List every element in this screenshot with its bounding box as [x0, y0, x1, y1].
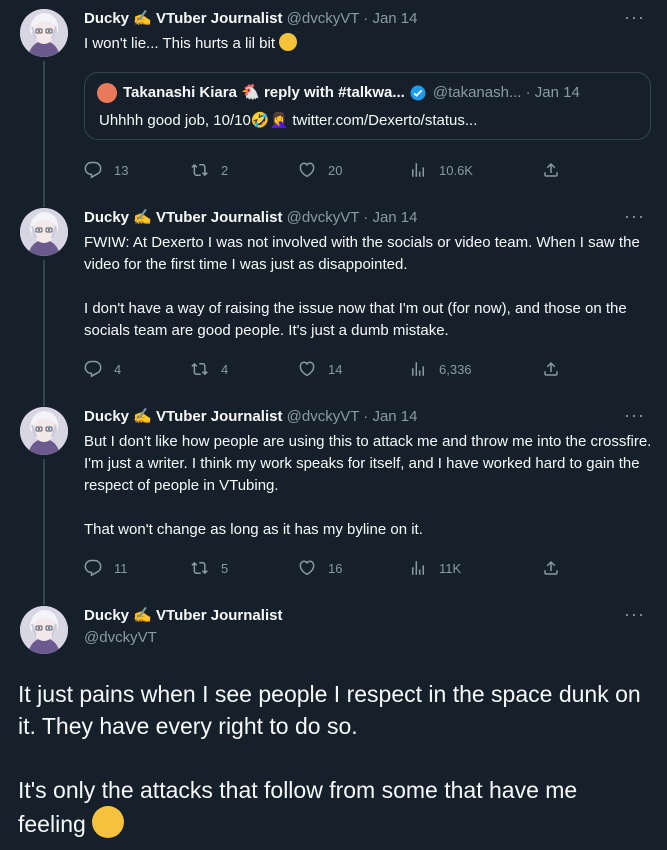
reply-icon — [84, 559, 102, 577]
reply-count: 11 — [114, 560, 128, 576]
author-name[interactable]: Ducky ✍️ VTuber Journalist — [84, 209, 282, 226]
tweet-3[interactable]: Ducky ✍️ VTuber Journalist @dvckyVT · Ja… — [0, 405, 667, 605]
tweet-date[interactable]: Jan 14 — [372, 408, 417, 425]
share-icon — [542, 559, 560, 577]
share-button[interactable] — [542, 358, 572, 380]
share-icon — [542, 360, 560, 378]
tweet-date[interactable]: Jan 14 — [372, 209, 417, 226]
more-options-button[interactable]: ··· — [624, 604, 645, 624]
retweet-count: 2 — [221, 162, 229, 178]
tweet-text: FWIW: At Dexerto I was not involved with… — [84, 234, 640, 339]
heart-icon — [298, 559, 316, 577]
thread-line — [43, 459, 45, 605]
views-icon — [409, 559, 427, 577]
more-options-button[interactable]: ··· — [624, 405, 645, 425]
focused-tweet-text-paragraph-1: It just pains when I see people I respec… — [18, 681, 648, 739]
author-handle[interactable]: @dvckyVT — [287, 209, 359, 226]
more-options-button[interactable]: ··· — [624, 206, 645, 226]
reply-button[interactable]: 4 — [84, 358, 121, 380]
tweet-2[interactable]: Ducky ✍️ VTuber Journalist @dvckyVT · Ja… — [0, 206, 667, 406]
reply-button[interactable]: 11 — [84, 557, 128, 579]
quoted-author-name: Takanashi Kiara 🐔 reply with #talkwa... — [123, 84, 405, 101]
retweet-icon — [191, 161, 209, 179]
views-button[interactable]: 6,336 — [409, 358, 472, 380]
reply-count: 13 — [114, 162, 129, 178]
reply-icon — [84, 161, 102, 179]
like-button[interactable]: 14 — [298, 358, 342, 380]
views-button[interactable]: 11K — [409, 557, 461, 579]
retweet-button[interactable]: 5 — [191, 557, 228, 579]
author-handle[interactable]: @dvckyVT — [287, 10, 359, 27]
author-handle[interactable]: @dvckyVT — [287, 408, 359, 425]
tweet-header: Ducky ✍️ VTuber Journalist @dvckyVT · Ja… — [84, 10, 418, 27]
author-name[interactable]: Ducky ✍️ VTuber Journalist — [84, 408, 282, 425]
tweet-header: Ducky ✍️ VTuber Journalist @dvckyVT · Ja… — [84, 209, 418, 226]
tweet-actions: 11 5 16 11K — [84, 557, 584, 579]
like-button[interactable]: 20 — [298, 159, 342, 181]
tweet-1[interactable]: Ducky ✍️ VTuber Journalist @dvckyVT · Ja… — [0, 7, 667, 207]
retweet-button[interactable]: 2 — [191, 159, 228, 181]
retweet-button[interactable]: 4 — [191, 358, 228, 380]
share-button[interactable] — [542, 159, 572, 181]
share-button[interactable] — [542, 557, 572, 579]
reply-icon — [84, 360, 102, 378]
like-count: 20 — [328, 162, 343, 178]
author-avatar[interactable] — [20, 407, 68, 455]
reply-count: 4 — [114, 361, 122, 377]
author-name[interactable]: Ducky ✍️ VTuber Journalist — [84, 606, 282, 626]
face-holding-back-tears-emoji — [92, 806, 125, 838]
author-name[interactable]: Ducky ✍️ VTuber Journalist — [84, 10, 282, 27]
reply-button[interactable]: 13 — [84, 159, 128, 181]
like-count: 16 — [328, 560, 343, 576]
author-avatar[interactable] — [20, 208, 68, 256]
views-icon — [409, 161, 427, 179]
heart-icon — [298, 360, 316, 378]
focused-tweet: Ducky ✍️ VTuber Journalist @dvckyVT ··· … — [0, 604, 667, 850]
retweet-icon — [191, 559, 209, 577]
quoted-tweet-header: Takanashi Kiara 🐔 reply with #talkwa... … — [97, 83, 580, 103]
thread-line — [43, 260, 45, 406]
views-count: 10.6K — [439, 162, 473, 178]
more-options-button[interactable]: ··· — [624, 7, 645, 27]
author-avatar[interactable] — [20, 606, 68, 654]
tweet-text: But I don't like how people are using th… — [84, 433, 652, 538]
like-count: 14 — [328, 361, 343, 377]
quoted-tweet-date: Jan 14 — [534, 84, 580, 101]
verified-badge-icon — [410, 85, 426, 101]
tweet-actions: 4 4 14 6,336 — [84, 358, 584, 380]
quoted-tweet-text: Uhhhh good job, 10/10🤣🤦‍♀️ twitter.com/D… — [99, 112, 478, 129]
author-handle[interactable]: @dvckyVT — [84, 628, 157, 648]
like-button[interactable]: 16 — [298, 557, 342, 579]
heart-icon — [298, 161, 316, 179]
thread-line — [43, 61, 45, 207]
tweet-date[interactable]: Jan 14 — [372, 10, 417, 27]
views-count: 11K — [439, 560, 462, 576]
focused-tweet-text-paragraph-2: It's only the attacks that follow from s… — [18, 777, 584, 838]
quoted-author-avatar — [97, 83, 117, 103]
tweet-header: Ducky ✍️ VTuber Journalist @dvckyVT · Ja… — [84, 408, 418, 425]
views-count: 6,336 — [439, 361, 472, 377]
views-icon — [409, 360, 427, 378]
retweet-count: 4 — [221, 361, 229, 377]
quoted-tweet[interactable]: Takanashi Kiara 🐔 reply with #talkwa... … — [84, 72, 651, 140]
tweet-actions: 13 2 20 10.6K — [84, 159, 584, 181]
author-avatar[interactable] — [20, 9, 68, 57]
face-holding-back-tears-emoji — [279, 33, 298, 51]
retweet-icon — [191, 360, 209, 378]
tweet-text: I won't lie... This hurts a lil bit — [84, 33, 654, 55]
quoted-author-handle: @takanash... — [432, 84, 522, 101]
share-icon — [542, 161, 560, 179]
views-button[interactable]: 10.6K — [409, 159, 473, 181]
retweet-count: 5 — [221, 560, 229, 576]
